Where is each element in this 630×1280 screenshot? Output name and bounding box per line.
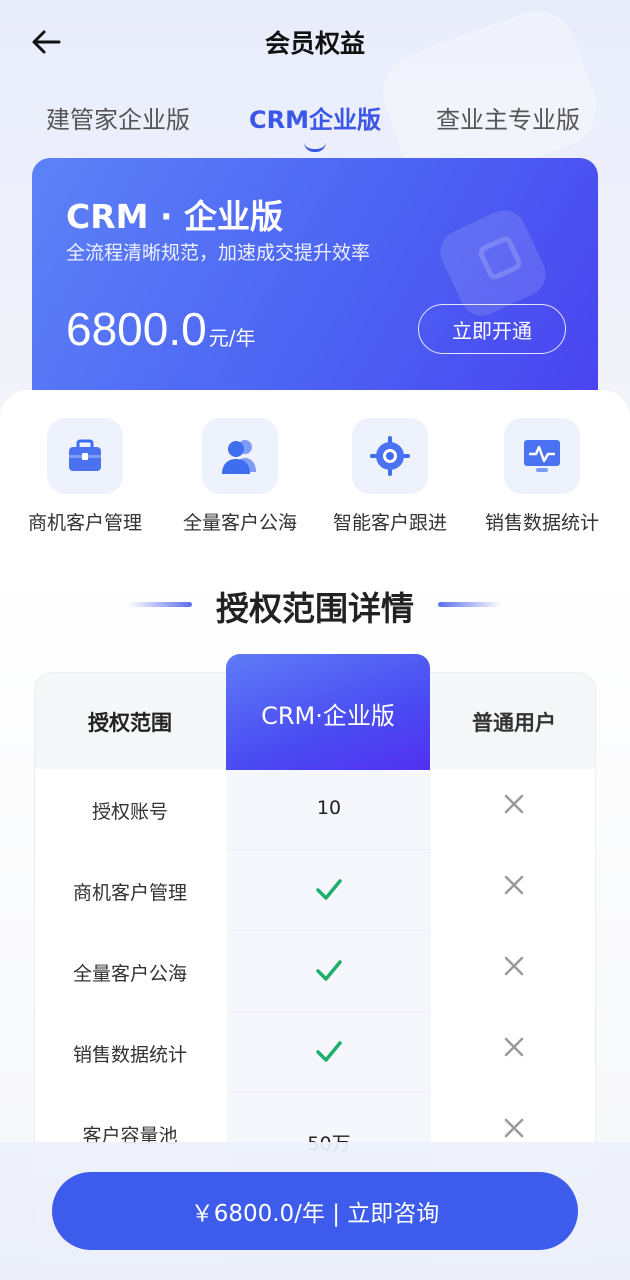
- check-icon: [227, 959, 431, 988]
- tab-jianguanjia[interactable]: 建管家企业版: [46, 100, 190, 135]
- row-name: 授权账号: [91, 801, 168, 823]
- row-name: 商机客户管理: [72, 882, 187, 904]
- feature-label: 商机客户管理: [27, 512, 142, 534]
- title-decor-line-right: [438, 602, 502, 607]
- feature-label: 全量客户公海: [182, 512, 297, 534]
- feature-label: 销售数据统计: [484, 512, 599, 534]
- tab-chayezhu[interactable]: 查业主专业版: [436, 100, 580, 135]
- row-name: 销售数据统计: [72, 1044, 187, 1066]
- section-title: 授权范围详情: [216, 589, 414, 628]
- page-title: 会员权益: [264, 29, 365, 58]
- open-now-button[interactable]: 立即开通: [418, 304, 566, 354]
- plan-price: 6800.0 元/年: [66, 302, 255, 356]
- cross-icon: [431, 955, 595, 985]
- feature-icon-box: [504, 418, 580, 494]
- plan-title: CRM · 企业版: [66, 197, 283, 236]
- feature-item-sales-stats[interactable]: 销售数据统计: [467, 418, 617, 535]
- price-unit: 元/年: [208, 326, 256, 350]
- feature-item-smart-follow[interactable]: 智能客户跟进: [315, 418, 465, 535]
- row-name: 全量客户公海: [72, 963, 187, 985]
- price-value: 6800.0: [66, 303, 207, 355]
- header-normal-user: 普通用户: [472, 711, 556, 735]
- users-icon: [222, 440, 256, 474]
- briefcase-icon: [69, 439, 101, 471]
- feature-icon-box: [202, 418, 278, 494]
- feature-item-public-pool[interactable]: 全量客户公海: [165, 418, 315, 535]
- table-row: 授权账号 10: [35, 769, 595, 850]
- section-header: 授权范围详情: [0, 580, 630, 630]
- header-scope: 授权范围: [88, 711, 172, 735]
- header-crm-enterprise: CRM·企业版: [226, 654, 430, 770]
- feature-item-opportunity[interactable]: 商机客户管理: [10, 418, 160, 535]
- table-row: 全量客户公海: [35, 931, 595, 1012]
- cross-icon: [431, 874, 595, 904]
- check-icon: [227, 1040, 431, 1069]
- table-row: 商机客户管理: [35, 850, 595, 931]
- feature-label: 智能客户跟进: [332, 512, 447, 534]
- row-crm-value: 10: [316, 797, 342, 819]
- feature-list: 商机客户管理 全量客户公海 智能客户跟进 销售数据统计: [0, 418, 630, 538]
- target-icon: [370, 436, 410, 476]
- app-header: 会员权益: [0, 0, 630, 82]
- monitor-chart-icon: [524, 440, 560, 472]
- table-row: 销售数据统计: [35, 1012, 595, 1093]
- cross-icon: [431, 1036, 595, 1066]
- cross-icon: [431, 793, 595, 823]
- tab-crm[interactable]: CRM企业版: [249, 100, 381, 135]
- check-icon: [227, 878, 431, 907]
- feature-icon-box: [47, 418, 123, 494]
- plan-card: CRM · 企业版 全流程清晰规范，加速成交提升效率 6800.0 元/年 立即开…: [32, 158, 598, 408]
- feature-icon-box: [352, 418, 428, 494]
- plan-subtitle: 全流程清晰规范，加速成交提升效率: [66, 242, 371, 264]
- consult-button[interactable]: ￥6800.0/年 | 立即咨询: [52, 1172, 578, 1250]
